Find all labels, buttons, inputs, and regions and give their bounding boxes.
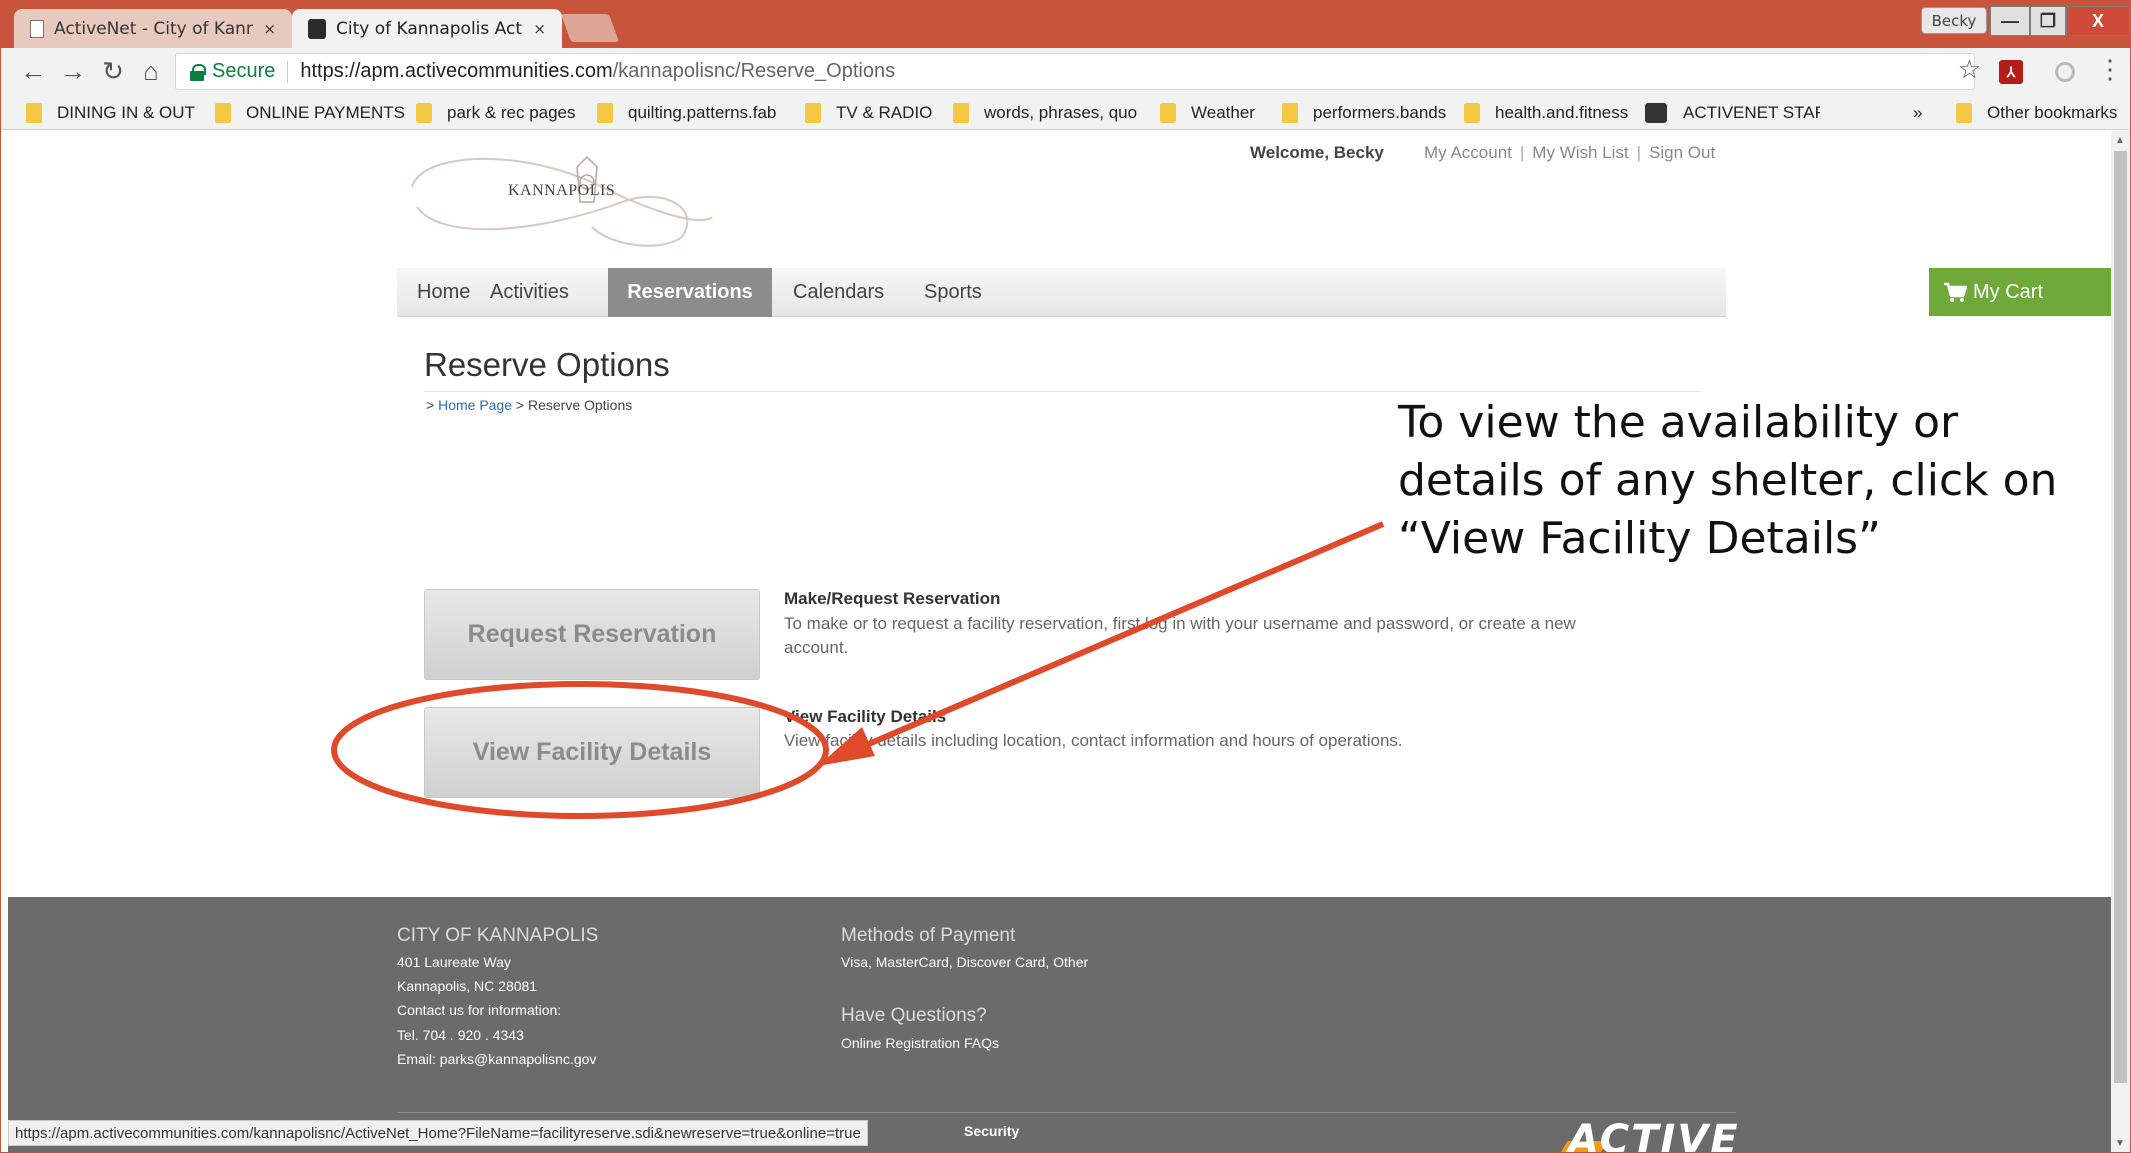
window-frame	[0, 0, 2131, 1153]
